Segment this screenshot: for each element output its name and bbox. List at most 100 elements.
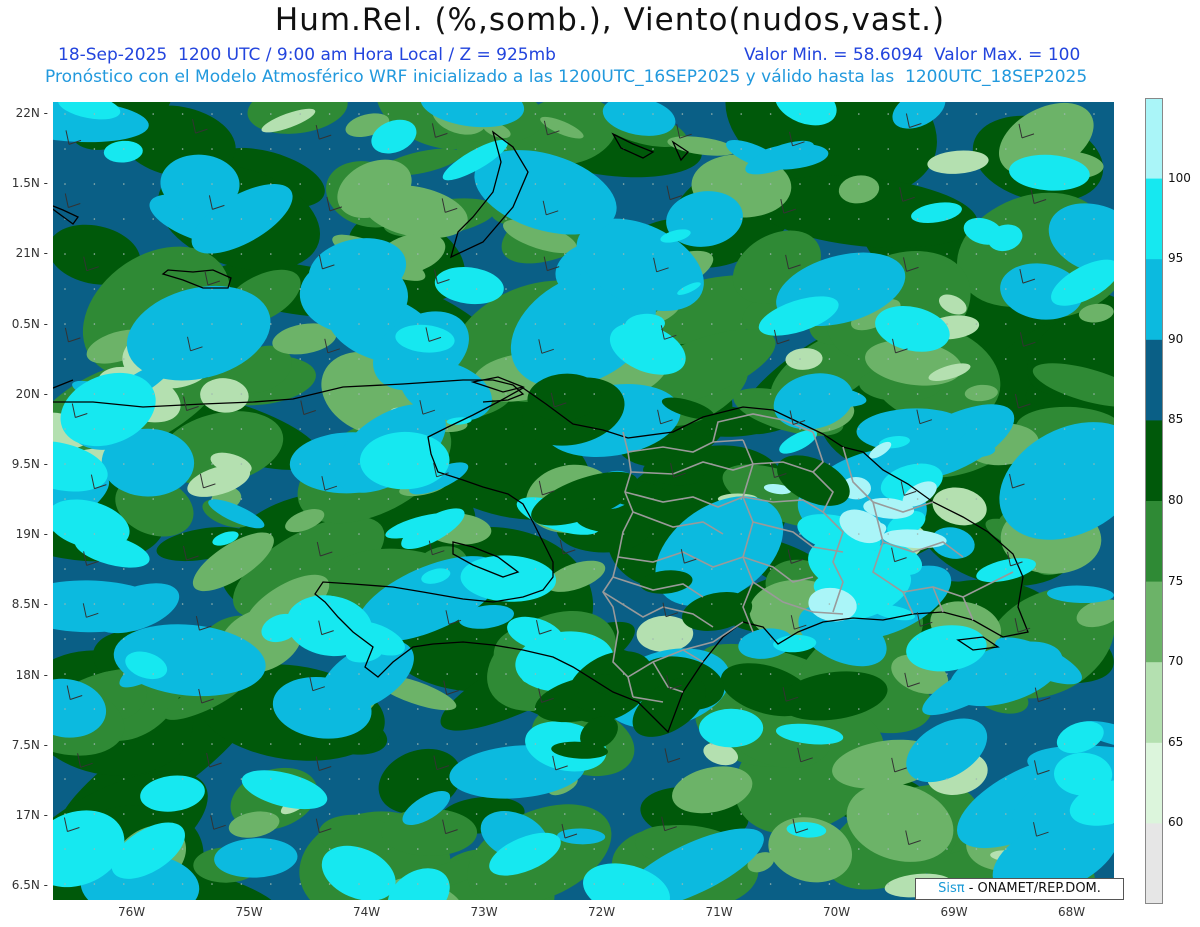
grid-dot [1063, 708, 1066, 710]
grid-dot [622, 218, 625, 220]
grid-dot [240, 743, 243, 745]
grid-dot [299, 463, 301, 465]
grid-dot [622, 778, 625, 780]
grid-dot [887, 673, 889, 675]
grid-dot [417, 148, 419, 150]
grid-dot [328, 848, 331, 850]
grid-dot [564, 288, 566, 290]
grid-dot [1034, 743, 1036, 745]
grid-dot [123, 673, 125, 675]
grid-dot [769, 323, 772, 325]
grid-dot [769, 848, 772, 850]
grid-dot [887, 323, 889, 325]
grid-dot [652, 253, 654, 255]
grid-dot [387, 883, 390, 885]
grid-dot [328, 883, 331, 885]
grid-dot [387, 288, 390, 290]
grid-dot [564, 463, 566, 465]
grid-dot [64, 288, 66, 290]
grid-dot [181, 638, 184, 640]
grid-dot [417, 393, 419, 395]
grid-dot [93, 708, 96, 710]
grid-dot [152, 218, 154, 220]
grid-dot [622, 288, 625, 290]
grid-dot [328, 638, 331, 640]
grid-dot [475, 533, 478, 535]
grid-dot [152, 673, 154, 675]
grid-dot [64, 708, 66, 710]
grid-dot [270, 638, 272, 640]
grid-dot [93, 253, 96, 255]
grid-dot [123, 778, 125, 780]
grid-dot [799, 323, 801, 325]
grid-dot [681, 568, 684, 570]
grid-dot [946, 778, 948, 780]
grid-dot [123, 848, 125, 850]
grid-dot [622, 463, 625, 465]
grid-dot [181, 498, 184, 500]
grid-dot [534, 673, 537, 675]
grid-dot [1005, 463, 1007, 465]
grid-dot [64, 393, 66, 395]
grid-dot [123, 148, 125, 150]
grid-dot [417, 743, 419, 745]
grid-dot [769, 813, 772, 815]
grid-dot [181, 778, 184, 780]
grid-dot [64, 883, 66, 885]
grid-dot [152, 708, 154, 710]
grid-dot [946, 358, 948, 360]
grid-dot [475, 428, 478, 430]
grid-dot [1034, 253, 1036, 255]
grid-dot [1093, 113, 1095, 115]
grid-dot [93, 638, 96, 640]
colorbar-segment [1145, 98, 1163, 180]
grid-dot [505, 183, 507, 185]
grid-dot [711, 253, 713, 255]
grid-dot [446, 428, 449, 430]
grid-dot [475, 778, 478, 780]
grid-dot [123, 603, 125, 605]
grid-dot [740, 708, 742, 710]
grid-dot [622, 708, 625, 710]
sispi-logo: Sisπ [938, 881, 965, 896]
grid-dot [152, 883, 154, 885]
grid-dot [446, 883, 449, 885]
grid-dot [270, 498, 272, 500]
grid-dot [1063, 813, 1066, 815]
grid-dot [593, 148, 595, 150]
grid-dot [711, 568, 713, 570]
grid-dot [828, 778, 831, 780]
grid-dot [475, 848, 478, 850]
grid-dot [946, 148, 948, 150]
grid-dot [887, 813, 889, 815]
colorbar-label: 100 [1168, 170, 1191, 185]
grid-dot [916, 218, 919, 220]
grid-dot [475, 393, 478, 395]
grid-dot [387, 568, 390, 570]
colorbar-label: 90 [1168, 331, 1184, 346]
grid-dot [1005, 813, 1007, 815]
grid-dot [652, 603, 654, 605]
grid-dot [711, 638, 713, 640]
grid-dot [622, 638, 625, 640]
grid-dot [975, 393, 978, 395]
grid-dot [1005, 533, 1007, 535]
grid-dot [123, 253, 125, 255]
grid-dot [270, 288, 272, 290]
grid-dot [475, 113, 478, 115]
grid-dot [181, 288, 184, 290]
colorbar-segment [1145, 501, 1163, 583]
grid-dot [328, 673, 331, 675]
grid-dot [181, 673, 184, 675]
grid-dot [1063, 218, 1066, 220]
grid-dot [916, 253, 919, 255]
subtitle-model-info: Pronóstico con el Modelo Atmosférico WRF… [45, 67, 1088, 87]
grid-dot [358, 498, 360, 500]
grid-dot [93, 428, 96, 430]
grid-dot [64, 253, 66, 255]
grid-dot [181, 113, 184, 115]
grid-dot [181, 883, 184, 885]
grid-dot [270, 323, 272, 325]
grid-dot [446, 463, 449, 465]
grid-dot [1063, 568, 1066, 570]
